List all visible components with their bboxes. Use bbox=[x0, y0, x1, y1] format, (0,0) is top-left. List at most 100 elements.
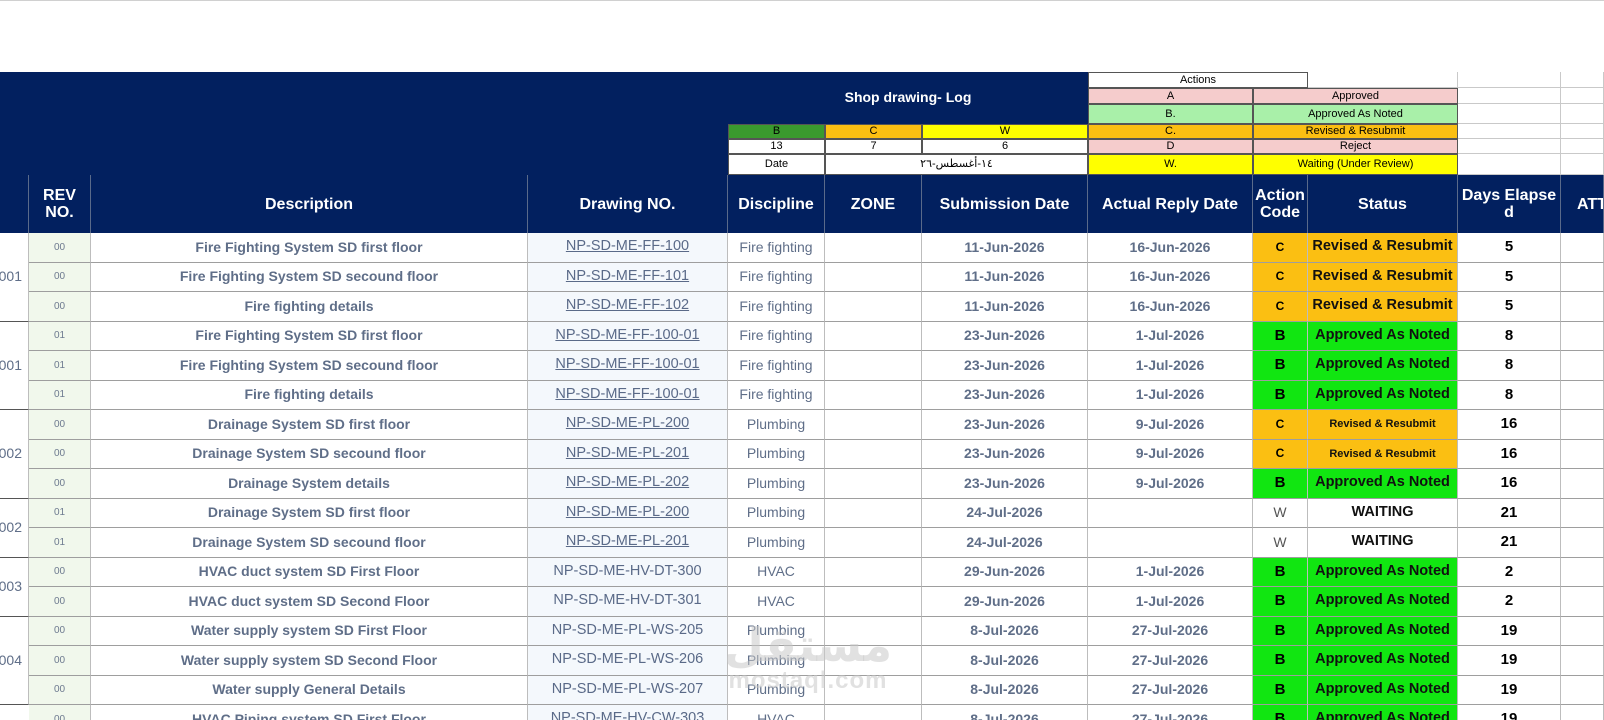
status-cell: Approved As Noted bbox=[1308, 616, 1458, 646]
rev-number: 01 bbox=[29, 528, 91, 558]
header-att[interactable]: ATT bbox=[1561, 175, 1604, 233]
drawing-link[interactable]: NP-SD-ME-FF-101 bbox=[528, 262, 728, 292]
group-number: 004 bbox=[0, 616, 29, 705]
action-label-w: Waiting (Under Review) bbox=[1253, 154, 1458, 175]
att-cell bbox=[1561, 380, 1604, 410]
banner-left bbox=[0, 72, 728, 175]
action-code-cell: C bbox=[1253, 439, 1308, 469]
att-cell bbox=[1561, 410, 1604, 440]
days-elapsed-cell: 16 bbox=[1458, 439, 1561, 469]
zone-cell bbox=[825, 646, 922, 676]
discipline-cell: Fire fighting bbox=[728, 262, 825, 292]
drawing-number: NP-SD-ME-PL-WS-205 bbox=[528, 616, 728, 646]
att-cell bbox=[1561, 705, 1604, 720]
zone-cell bbox=[825, 351, 922, 381]
submission-date-cell: 23-Jun-2026 bbox=[922, 321, 1088, 351]
header-submission-date[interactable]: Submission Date bbox=[922, 175, 1088, 233]
drawing-link[interactable]: NP-SD-ME-PL-202 bbox=[528, 469, 728, 499]
att-cell bbox=[1561, 616, 1604, 646]
att-cell bbox=[1561, 557, 1604, 587]
reply-date-cell bbox=[1088, 528, 1253, 558]
days-elapsed-cell: 16 bbox=[1458, 469, 1561, 499]
drawing-link[interactable]: NP-SD-ME-PL-201 bbox=[528, 528, 728, 558]
legend-blank-s6 bbox=[1561, 154, 1604, 175]
description-cell: Fire fighting details bbox=[91, 292, 528, 322]
submission-date-cell: 23-Jun-2026 bbox=[922, 410, 1088, 440]
legend-blank-s4 bbox=[1561, 124, 1604, 139]
action-code-cell: B bbox=[1253, 587, 1308, 617]
rev-number: 00 bbox=[29, 675, 91, 705]
legend-blank-s5 bbox=[1561, 139, 1604, 154]
zone-cell bbox=[825, 321, 922, 351]
action-code-cell: W bbox=[1253, 498, 1308, 528]
header-days-elapsed[interactable]: Days Elapsed bbox=[1458, 175, 1561, 233]
group-number: 001 bbox=[0, 233, 29, 322]
legend-blank-r3 bbox=[1458, 104, 1561, 124]
action-code-w: W. bbox=[1088, 154, 1253, 175]
status-cell: Approved As Noted bbox=[1308, 675, 1458, 705]
zone-cell bbox=[825, 262, 922, 292]
drawing-number: NP-SD-ME-HV-DT-300 bbox=[528, 557, 728, 587]
rev-number: 00 bbox=[29, 616, 91, 646]
legend-blank-r4 bbox=[1458, 124, 1561, 139]
header-rev[interactable]: REV NO. bbox=[29, 175, 91, 233]
submission-date-cell: 24-Jul-2026 bbox=[922, 528, 1088, 558]
drawing-link[interactable]: NP-SD-ME-FF-102 bbox=[528, 292, 728, 322]
submission-date-cell: 8-Jul-2026 bbox=[922, 646, 1088, 676]
action-code-cell: B bbox=[1253, 380, 1308, 410]
date-value: ١٤-أغسطس-٢٦ bbox=[825, 154, 1088, 175]
action-label-b: Approved As Noted bbox=[1253, 104, 1458, 124]
reply-date-cell: 9-Jul-2026 bbox=[1088, 410, 1253, 440]
description-cell: Water supply system SD Second Floor bbox=[91, 646, 528, 676]
action-label-a: Approved bbox=[1253, 88, 1458, 104]
legend-blank-r2 bbox=[1458, 88, 1561, 104]
reply-date-cell: 9-Jul-2026 bbox=[1088, 439, 1253, 469]
summary-code-b: B bbox=[728, 124, 825, 139]
days-elapsed-cell: 2 bbox=[1458, 557, 1561, 587]
submission-date-cell: 8-Jul-2026 bbox=[922, 675, 1088, 705]
discipline-cell: Fire fighting bbox=[728, 233, 825, 263]
action-code-cell: B bbox=[1253, 675, 1308, 705]
status-cell: WAITING bbox=[1308, 528, 1458, 558]
submission-date-cell: 23-Jun-2026 bbox=[922, 469, 1088, 499]
description-cell: HVAC duct system SD Second Floor bbox=[91, 587, 528, 617]
legend-blank-r6 bbox=[1458, 154, 1561, 175]
header-discipline[interactable]: Discipline bbox=[728, 175, 825, 233]
description-cell: Fire fighting details bbox=[91, 380, 528, 410]
drawing-link[interactable]: NP-SD-ME-FF-100-01 bbox=[528, 380, 728, 410]
description-cell: Drainage System SD first floor bbox=[91, 410, 528, 440]
header-actual-reply-date[interactable]: Actual Reply Date bbox=[1088, 175, 1253, 233]
att-cell bbox=[1561, 439, 1604, 469]
discipline-cell: Plumbing bbox=[728, 469, 825, 499]
submission-date-cell: 29-Jun-2026 bbox=[922, 557, 1088, 587]
status-cell: Approved As Noted bbox=[1308, 351, 1458, 381]
zone-cell bbox=[825, 587, 922, 617]
att-cell bbox=[1561, 587, 1604, 617]
drawing-link[interactable]: NP-SD-ME-PL-200 bbox=[528, 498, 728, 528]
days-elapsed-cell: 5 bbox=[1458, 233, 1561, 263]
rev-number: 00 bbox=[29, 646, 91, 676]
status-cell: WAITING bbox=[1308, 498, 1458, 528]
drawing-link[interactable]: NP-SD-ME-PL-200 bbox=[528, 410, 728, 440]
header-drawing-no[interactable]: Drawing NO. bbox=[528, 175, 728, 233]
reply-date-cell bbox=[1088, 498, 1253, 528]
drawing-number: NP-SD-ME-PL-WS-207 bbox=[528, 675, 728, 705]
discipline-cell: Fire fighting bbox=[728, 321, 825, 351]
drawing-link[interactable]: NP-SD-ME-FF-100-01 bbox=[528, 351, 728, 381]
legend-blank-s1 bbox=[1561, 72, 1604, 88]
status-cell: Approved As Noted bbox=[1308, 469, 1458, 499]
header-description[interactable]: Description bbox=[91, 175, 528, 233]
header-zone[interactable]: ZONE bbox=[825, 175, 922, 233]
drawing-link[interactable]: NP-SD-ME-FF-100 bbox=[528, 233, 728, 263]
drawing-link[interactable]: NP-SD-ME-FF-100-01 bbox=[528, 321, 728, 351]
header-status[interactable]: Status bbox=[1308, 175, 1458, 233]
description-cell: HVAC Piping system SD First Floor bbox=[91, 705, 528, 720]
reply-date-cell: 1-Jul-2026 bbox=[1088, 321, 1253, 351]
header-action-code[interactable]: Action Code bbox=[1253, 175, 1308, 233]
submission-date-cell: 11-Jun-2026 bbox=[922, 233, 1088, 263]
top-border bbox=[0, 0, 1604, 1]
rev-number: 00 bbox=[29, 233, 91, 263]
legend-blank-r5 bbox=[1458, 139, 1561, 154]
legend-blank-r1 bbox=[1458, 72, 1561, 88]
drawing-link[interactable]: NP-SD-ME-PL-201 bbox=[528, 439, 728, 469]
